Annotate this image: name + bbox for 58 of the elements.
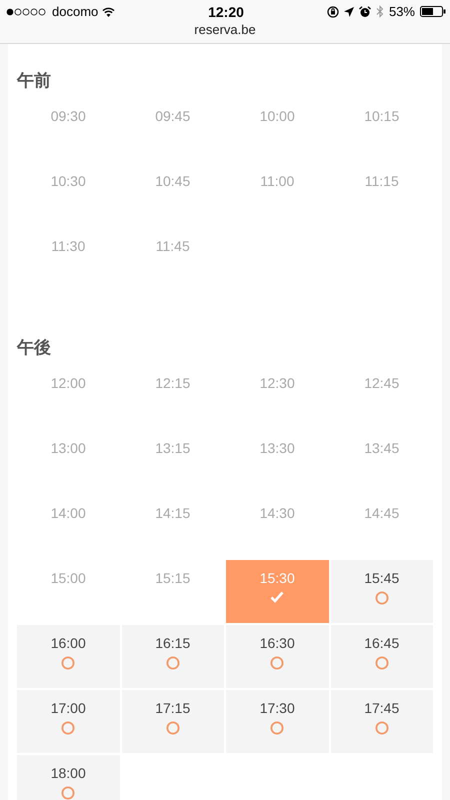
time-slot: 15:00 [17, 560, 120, 623]
circle-icon [374, 656, 389, 670]
wifi-icon [102, 6, 116, 16]
time-slot: 10:30 [17, 163, 120, 226]
signal-icon [6, 8, 48, 16]
time-slot[interactable]: 16:30 [226, 625, 328, 688]
time-slot: 15:15 [122, 560, 224, 623]
time-slot: 12:00 [17, 365, 120, 428]
time-slot: 13:30 [226, 430, 328, 493]
time-slot[interactable]: 15:45 [330, 560, 433, 623]
checkmark-icon [270, 591, 284, 603]
time-slot: 11:45 [122, 228, 224, 291]
circle-icon [61, 721, 76, 735]
circle-icon [166, 721, 180, 735]
rotation-lock-icon [326, 6, 339, 18]
time-slot: 14:15 [122, 495, 224, 558]
time-slot[interactable]: 17:30 [226, 690, 328, 753]
time-slot: 12:30 [226, 365, 328, 428]
time-slot: 10:45 [122, 163, 224, 226]
time-slot: 10:00 [226, 98, 328, 161]
time-slot: 11:00 [226, 163, 328, 226]
time-slot: 10:15 [330, 98, 433, 161]
time-slot[interactable]: 17:15 [122, 690, 224, 753]
time-slot: 14:45 [330, 495, 433, 558]
clock-time: 12:20 [208, 4, 244, 20]
time-slot[interactable]: 17:45 [330, 690, 433, 753]
time-slot[interactable]: 16:15 [122, 625, 224, 688]
time-slot: 13:45 [330, 430, 433, 493]
time-slot: 09:30 [17, 98, 120, 161]
time-slot: 12:45 [330, 365, 433, 428]
circle-icon [270, 721, 284, 735]
carrier-name: docomo [52, 4, 98, 19]
section-heading: 午前 [17, 70, 52, 92]
time-slot: 11:30 [17, 228, 120, 291]
time-slot: 14:30 [226, 495, 328, 558]
location-arrow-icon [344, 6, 354, 16]
circle-icon [166, 656, 180, 670]
circle-icon [270, 656, 284, 670]
alarm-clock-icon [358, 6, 371, 18]
time-slot[interactable]: 17:00 [17, 690, 120, 753]
circle-icon [61, 656, 76, 670]
time-slot[interactable]: 16:00 [17, 625, 120, 688]
time-slot: 14:00 [17, 495, 120, 558]
circle-icon [374, 591, 389, 605]
time-slot[interactable]: 16:45 [330, 625, 433, 688]
battery-icon [420, 6, 446, 17]
time-slot: 09:45 [122, 98, 224, 161]
time-slot: 12:15 [122, 365, 224, 428]
time-slot: 11:15 [330, 163, 433, 226]
battery-percentage: 53% [388, 4, 415, 19]
time-slot: 13:00 [17, 430, 120, 493]
circle-icon [61, 786, 76, 800]
bluetooth-icon [376, 5, 384, 18]
circle-icon [374, 721, 389, 735]
time-slot[interactable]: 18:00 [17, 755, 120, 800]
section-heading: 午後 [17, 337, 52, 359]
time-slot: 13:15 [122, 430, 224, 493]
address-bar-url[interactable]: reserva.be [194, 23, 256, 37]
